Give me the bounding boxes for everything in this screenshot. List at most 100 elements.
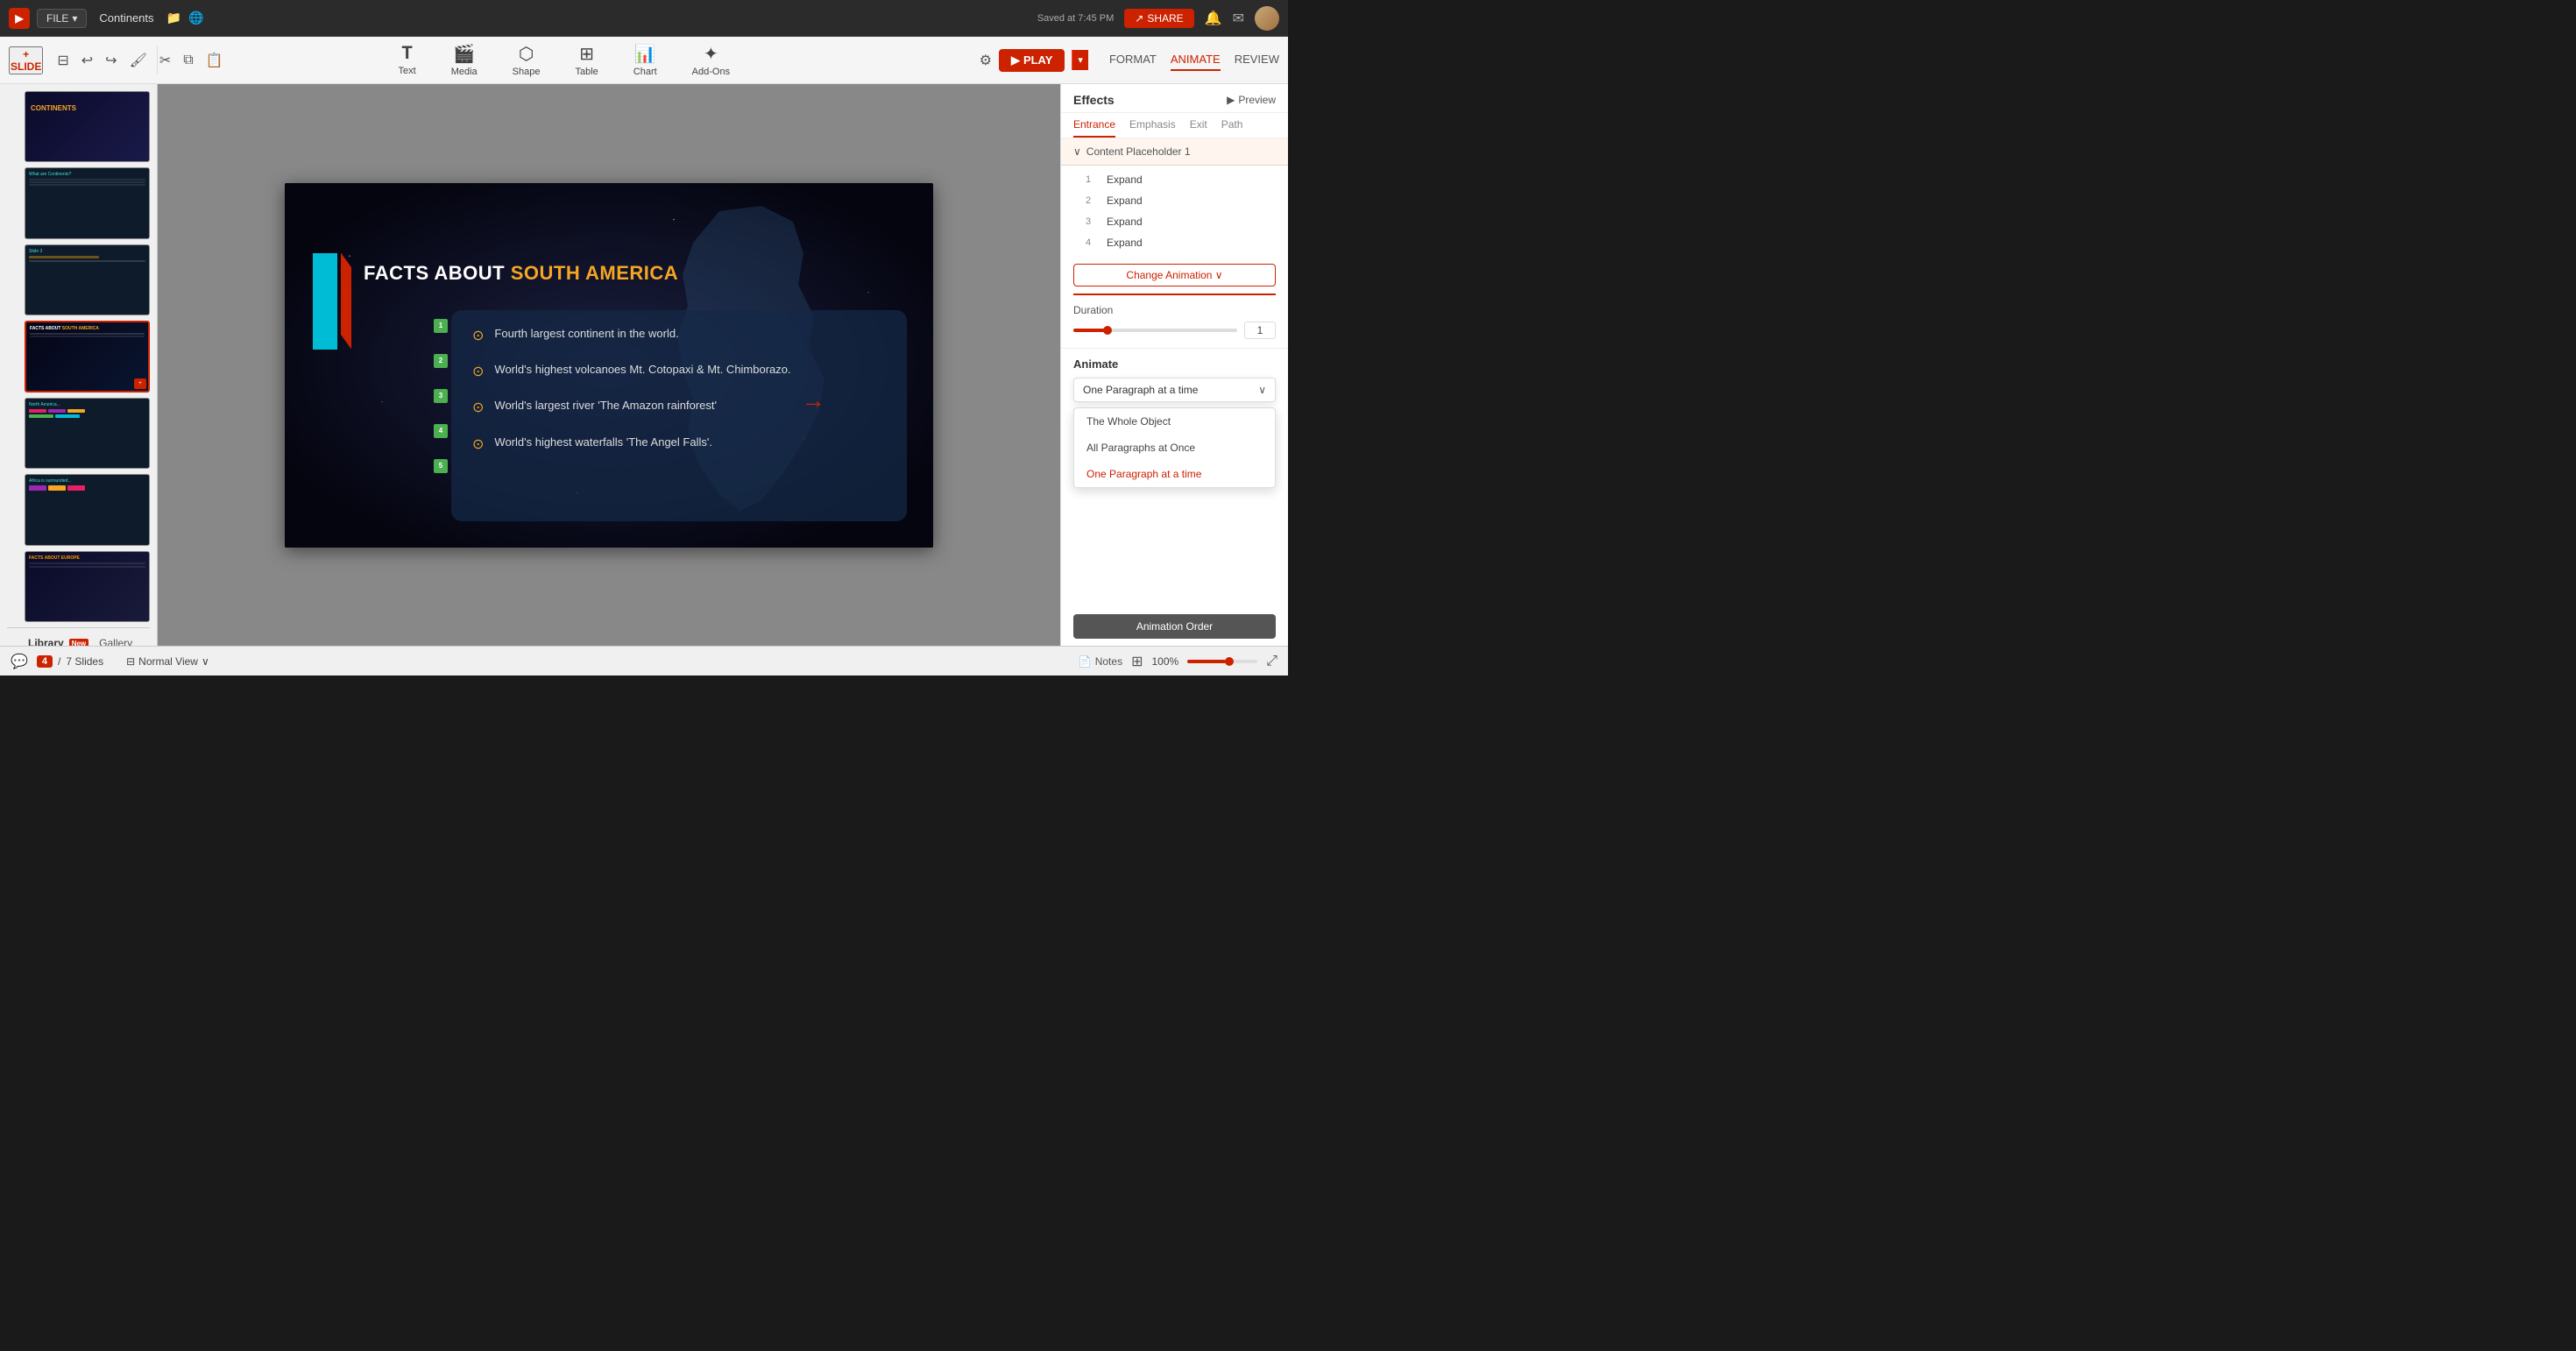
folder-icon[interactable]: 📁 [166, 11, 181, 25]
slide-1-thumbnail[interactable]: CONTINENTS [25, 91, 150, 162]
tab-path[interactable]: Path [1221, 118, 1243, 138]
share-button[interactable]: ↗ SHARE [1124, 9, 1193, 28]
item-num-4: 4 [1086, 237, 1098, 248]
grid-icon[interactable]: ⊞ [1131, 653, 1143, 670]
cyan-bar [313, 253, 337, 350]
play-label: PLAY [1023, 53, 1052, 67]
text-tool[interactable]: 𝐓 Text [392, 40, 423, 80]
tab-review[interactable]: REVIEW [1235, 49, 1279, 71]
fact-text-3: World's largest river 'The Amazon rainfo… [494, 398, 717, 414]
lib-gallery: Library New Gallery [18, 633, 139, 646]
fact-icon-4: ⊙ [472, 435, 484, 455]
animate-option-whole[interactable]: The Whole Object [1074, 408, 1275, 435]
layout-icon[interactable]: ⊟ [53, 48, 72, 73]
slide-5-thumbnail[interactable]: North America... [25, 398, 150, 469]
tab-exit[interactable]: Exit [1190, 118, 1207, 138]
tab-entrance[interactable]: Entrance [1073, 118, 1115, 138]
fullscreen-icon[interactable]: ⤢ [1266, 654, 1277, 669]
play-dropdown-button[interactable]: ▾ [1072, 50, 1088, 70]
gallery-button[interactable]: Gallery [99, 637, 132, 646]
main-area: 1 CONTINENTS 2 What are Continents? [0, 84, 1288, 646]
red-bar [341, 253, 351, 350]
addons-tool-label: Add-Ons [692, 67, 730, 77]
expand-item-4[interactable]: 4 Expand [1061, 232, 1288, 253]
slide-2-thumbnail[interactable]: What are Continents? [25, 167, 150, 238]
shape-tool-icon: ⬡ [519, 43, 534, 65]
view-select[interactable]: ⊟ Normal View ∨ [126, 655, 209, 668]
change-animation-button[interactable]: Change Animation ∨ [1073, 264, 1276, 286]
chart-tool[interactable]: 📊 Chart [626, 39, 664, 81]
collapse-icon[interactable]: ∨ [1073, 145, 1081, 158]
item-label-1: Expand [1107, 173, 1143, 186]
settings-icon[interactable]: ⚙ [980, 52, 992, 69]
expand-items: 1 Expand 2 Expand 3 Expand 4 Expand [1061, 166, 1288, 257]
expand-item-3[interactable]: 3 Expand [1061, 211, 1288, 232]
duration-slider[interactable] [1073, 329, 1237, 332]
bullet-4: 4 [434, 424, 448, 438]
fact-text-2: World's highest volcanoes Mt. Cotopaxi &… [494, 362, 790, 378]
top-bar-right: Saved at 7:45 PM ↗ SHARE 🔔 ✉ [1037, 6, 1279, 31]
shape-tool[interactable]: ⬡ Shape [506, 39, 548, 81]
zoom-percentage: 100% [1151, 655, 1178, 668]
format-painter-icon[interactable]: 🖌 [126, 48, 151, 73]
mail-icon[interactable]: ✉ [1233, 10, 1244, 27]
deco-bars [313, 253, 351, 350]
share-icon: ↗ [1135, 12, 1143, 25]
slide-canvas[interactable]: FACTS ABOUT SOUTH AMERICA 1 2 3 4 5 ⊙ Fo… [285, 183, 933, 548]
slide-3-thumbnail[interactable]: Slide 3 [25, 244, 150, 315]
item-label-2: Expand [1107, 195, 1143, 207]
slide-7-container: 7 FACTS ABOUT EUROPE [7, 551, 150, 622]
addons-tool-icon: ✦ [704, 43, 718, 65]
top-icons: 🔔 ✉ [1205, 10, 1244, 27]
preview-button[interactable]: ▶ Preview [1227, 94, 1276, 106]
zoom-slider[interactable] [1187, 660, 1257, 663]
item-label-3: Expand [1107, 216, 1143, 228]
play-button[interactable]: ▶ PLAY [999, 49, 1065, 72]
bullet-5: 5 [434, 459, 448, 473]
notes-button[interactable]: 📄 Notes [1079, 655, 1122, 668]
table-tool[interactable]: ⊞ Table [568, 39, 605, 81]
add-slide-button[interactable]: + SLIDE [9, 46, 43, 74]
animate-option-one[interactable]: One Paragraph at a time [1074, 461, 1275, 487]
undo-icon[interactable]: ↩ [78, 48, 96, 73]
chart-tool-label: Chart [633, 67, 657, 77]
slide-6-thumbnail[interactable]: Africa is surrounded... [25, 474, 150, 545]
expand-item-2[interactable]: 2 Expand [1061, 190, 1288, 211]
file-button[interactable]: FILE ▾ [37, 9, 87, 28]
text-tool-icon: 𝐓 [401, 44, 413, 64]
slide-7-thumbnail[interactable]: FACTS ABOUT EUROPE [25, 551, 150, 622]
animate-option-all[interactable]: All Paragraphs at Once [1074, 435, 1275, 461]
preview-icon: ▶ [1227, 94, 1235, 106]
library-button[interactable]: Library New [28, 637, 88, 646]
tab-emphasis[interactable]: Emphasis [1129, 118, 1176, 138]
media-tool[interactable]: 🎬 Media [444, 39, 485, 81]
animate-section: Animate One Paragraph at a time ∨ [1061, 349, 1288, 407]
table-tool-icon: ⊞ [579, 43, 594, 65]
chat-icon[interactable]: 💬 [11, 653, 28, 670]
slide-separator: / [58, 655, 60, 668]
fact-item-4: ⊙ World's highest waterfalls 'The Angel … [472, 435, 886, 455]
addons-tool[interactable]: ✦ Add-Ons [685, 39, 737, 81]
tab-animate[interactable]: ANIMATE [1171, 49, 1221, 71]
media-tool-icon: 🎬 [453, 43, 475, 65]
slide-panel-footer: Library New Gallery [7, 627, 150, 646]
duration-section: Duration 1 [1061, 295, 1288, 349]
slide-1-title: CONTINENTS [31, 104, 76, 112]
user-avatar[interactable] [1255, 6, 1279, 31]
new-badge: New [69, 639, 88, 646]
play-icon: ▶ [1011, 53, 1020, 67]
slide-4-thumbnail[interactable]: FACTS ABOUT SOUTH AMERICA + [25, 321, 150, 393]
globe-icon[interactable]: 🌐 [188, 11, 203, 25]
animate-dropdown[interactable]: One Paragraph at a time ∨ [1073, 378, 1276, 402]
view-icon: ⊟ [126, 655, 135, 668]
animation-order-button[interactable]: Animation Order [1073, 614, 1276, 639]
content-box[interactable]: ⊙ Fourth largest continent in the world.… [451, 310, 907, 521]
redo-icon[interactable]: ↪ [102, 48, 120, 73]
bullet-2: 2 [434, 354, 448, 368]
bullet-3: 3 [434, 389, 448, 403]
slide-title: FACTS ABOUT SOUTH AMERICA [364, 262, 678, 285]
tab-format[interactable]: FORMAT [1109, 49, 1157, 71]
duration-value[interactable]: 1 [1244, 322, 1276, 339]
notifications-icon[interactable]: 🔔 [1205, 10, 1222, 27]
expand-item-1[interactable]: 1 Expand [1061, 169, 1288, 190]
